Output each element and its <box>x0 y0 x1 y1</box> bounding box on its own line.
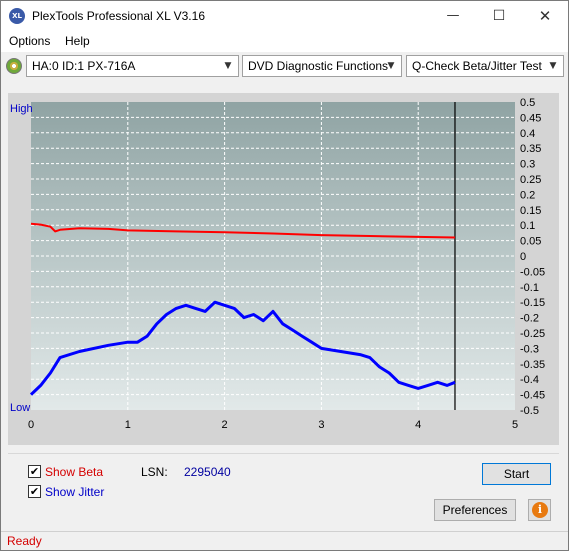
start-button[interactable]: Start <box>482 463 551 485</box>
chevron-down-icon: ▼ <box>387 61 395 71</box>
window-title: PlexTools Professional XL V3.16 <box>32 9 205 23</box>
menu-help[interactable]: Help <box>65 34 90 48</box>
options-panel: ✔ Show Beta ✔ Show Jitter LSN: 2295040 S… <box>8 453 559 527</box>
lsn-label: LSN: <box>141 465 168 479</box>
disc-drive-icon <box>6 58 22 74</box>
y-tick-label: 0.2 <box>520 189 535 201</box>
x-tick-label: 0 <box>28 419 34 431</box>
high-label: High <box>10 103 33 115</box>
y-tick-label: 0.5 <box>520 97 535 109</box>
show-jitter-label[interactable]: Show Jitter <box>45 485 104 499</box>
menu-options[interactable]: Options <box>9 34 50 48</box>
function-select[interactable]: DVD Diagnostic Functions ▼ <box>242 55 402 77</box>
y-tick-label: 0.25 <box>520 174 541 186</box>
info-button[interactable]: i <box>528 499 551 521</box>
y-tick-label: 0.1 <box>520 220 535 232</box>
y-tick-label: 0.45 <box>520 112 541 124</box>
y-tick-label: 0.15 <box>520 205 541 217</box>
x-tick-label: 1 <box>125 419 131 431</box>
chevron-down-icon: ▼ <box>224 61 232 71</box>
y-tick-label: 0.3 <box>520 159 535 171</box>
title-bar: XL PlexTools Professional XL V3.16 — ☐ ✕ <box>1 1 568 31</box>
preferences-button[interactable]: Preferences <box>434 499 516 521</box>
y-tick-label: -0.4 <box>520 374 539 386</box>
y-tick-label: -0.1 <box>520 282 539 294</box>
x-tick-label: 5 <box>512 419 518 431</box>
x-tick-label: 4 <box>415 419 421 431</box>
y-tick-label: -0.2 <box>520 313 539 325</box>
beta-jitter-chart: 0 1 2 3 4 5 0.5 0.45 0.4 0.35 0.3 0.25 0.2 0.15 0.1 0.0… <box>10 97 545 431</box>
app-logo-icon: XL <box>9 8 25 24</box>
toolbar: HA:0 ID:1 PX-716A ▼ DVD Diagnostic Funct… <box>1 52 568 80</box>
y-tick-label: 0.35 <box>520 143 541 155</box>
low-label: Low <box>10 402 30 414</box>
app-window: XL PlexTools Professional XL V3.16 — ☐ ✕… <box>0 0 569 551</box>
status-text: Ready <box>7 534 42 548</box>
show-jitter-checkbox[interactable]: ✔ <box>28 485 41 498</box>
close-icon[interactable]: ✕ <box>522 1 568 31</box>
y-tick-label: -0.45 <box>520 390 545 402</box>
lsn-value: 2295040 <box>184 465 231 479</box>
y-tick-label: -0.3 <box>520 343 539 355</box>
y-tick-label: 0 <box>520 251 526 263</box>
x-tick-label: 3 <box>318 419 324 431</box>
test-select[interactable]: Q-Check Beta/Jitter Test ▼ <box>406 55 564 77</box>
maximize-icon[interactable]: ☐ <box>476 1 522 31</box>
menu-bar: Options Help <box>1 31 568 52</box>
y-tick-label: -0.5 <box>520 405 539 417</box>
x-tick-label: 2 <box>222 419 228 431</box>
y-tick-label: 0.05 <box>520 236 541 248</box>
minimize-icon[interactable]: — <box>430 1 476 31</box>
drive-select-value: HA:0 ID:1 PX-716A <box>32 59 136 73</box>
show-beta-label[interactable]: Show Beta <box>45 465 103 479</box>
info-icon: i <box>532 502 548 518</box>
y-tick-label: -0.15 <box>520 297 545 309</box>
chevron-down-icon: ▼ <box>549 61 557 71</box>
chart-panel: 0 1 2 3 4 5 0.5 0.45 0.4 0.35 0.3 0.25 0.2 0.15 0.1 0.0… <box>8 93 559 445</box>
function-select-value: DVD Diagnostic Functions <box>248 59 389 73</box>
drive-select[interactable]: HA:0 ID:1 PX-716A ▼ <box>26 55 239 77</box>
show-beta-checkbox[interactable]: ✔ <box>28 465 41 478</box>
y-tick-label: -0.35 <box>520 359 545 371</box>
y-tick-label: -0.05 <box>520 266 545 278</box>
y-tick-label: 0.4 <box>520 128 535 140</box>
y-tick-label: -0.25 <box>520 328 545 340</box>
test-select-value: Q-Check Beta/Jitter Test <box>412 59 542 73</box>
status-bar: Ready <box>1 531 568 550</box>
